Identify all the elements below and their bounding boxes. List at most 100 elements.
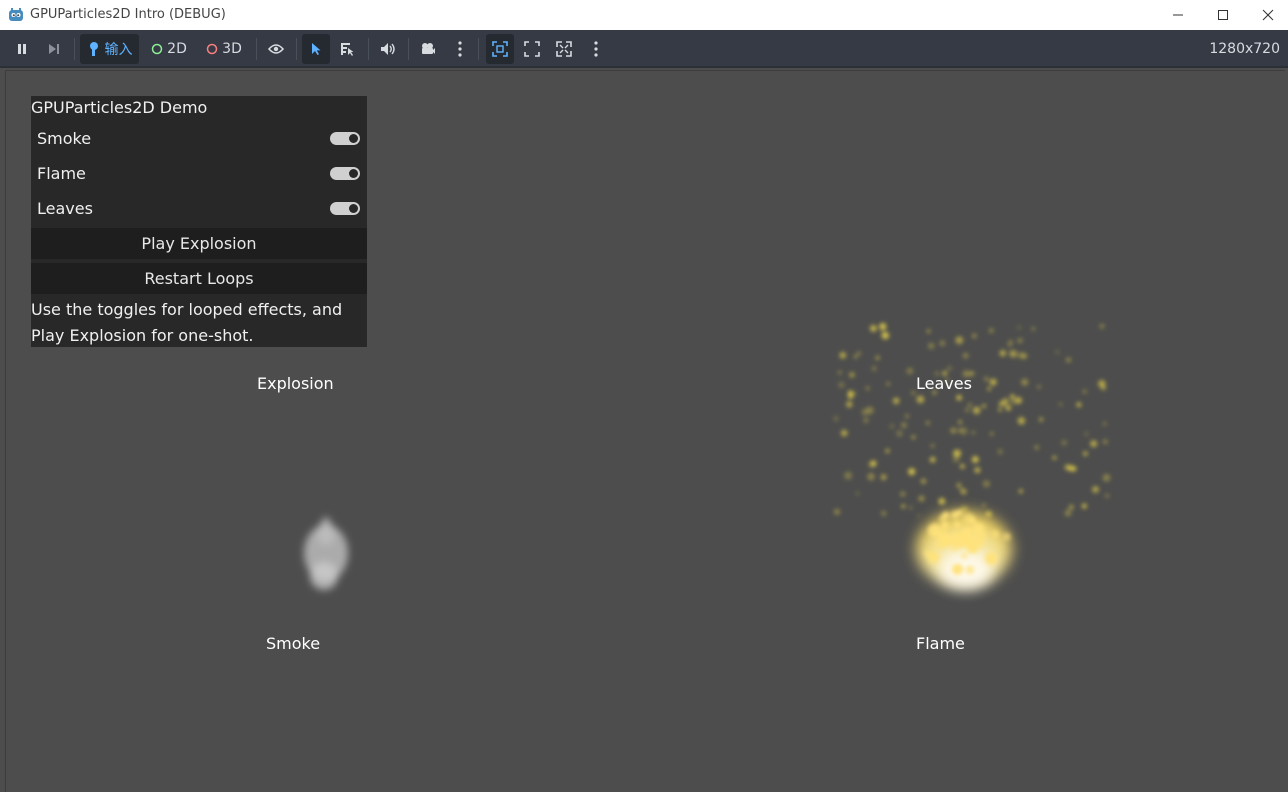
leaf-particle (854, 355, 858, 359)
leaf-particle (861, 408, 869, 416)
flame-toggle-switch[interactable] (330, 167, 360, 180)
flame-particle (968, 536, 976, 544)
leaf-particle (982, 503, 986, 507)
eye-icon (268, 44, 284, 54)
leaf-particle (971, 456, 979, 463)
leaf-particle (958, 420, 962, 424)
leaf-particle (916, 395, 925, 404)
vertical-dots-icon (458, 41, 462, 57)
leaf-particle (900, 491, 906, 497)
leaf-particle (946, 365, 952, 371)
leaf-particle (1084, 432, 1089, 436)
flame-particle (973, 529, 987, 542)
leaf-particle (1039, 417, 1044, 422)
leaf-particle (939, 340, 946, 347)
close-button[interactable] (1245, 0, 1288, 30)
pause-button[interactable] (10, 34, 34, 64)
leaf-particle (881, 510, 887, 516)
leaf-particle (952, 455, 960, 463)
leaf-particle (1098, 380, 1106, 388)
leaf-particle (1017, 352, 1024, 359)
input-person-icon (89, 42, 98, 56)
select-tool-button[interactable] (302, 34, 330, 64)
toolbar-separator (256, 38, 257, 60)
embed-game-button[interactable] (486, 34, 514, 64)
leaf-particle (908, 468, 916, 476)
list-select-button[interactable] (336, 34, 360, 64)
leaf-particle (838, 381, 845, 388)
mode-3d-button[interactable]: 3D (201, 34, 247, 64)
leaf-particle (840, 429, 848, 437)
leaf-particle (833, 508, 841, 515)
leaf-particle (885, 448, 890, 453)
visibility-button[interactable] (264, 34, 288, 64)
leaf-particle (865, 386, 870, 391)
flame-particle (962, 512, 975, 525)
flame-toggle-label: Flame (37, 164, 86, 183)
toolbar-separator (408, 38, 409, 60)
leaf-particle (990, 432, 994, 436)
leaf-particle (1103, 439, 1108, 445)
leaf-particle (959, 487, 965, 493)
play-explosion-button[interactable]: Play Explosion (31, 228, 367, 259)
mode-2d-button[interactable]: 2D (146, 34, 192, 64)
leaf-particle (911, 435, 916, 440)
leaf-particle (863, 417, 869, 423)
leaf-particle (1064, 509, 1072, 517)
restart-loops-button[interactable]: Restart Loops (31, 263, 367, 294)
smoke-toggle-row[interactable]: Smoke (31, 121, 367, 156)
game-viewport[interactable]: GPUParticles2D Demo Smoke Flame Leaves P… (5, 70, 1285, 792)
leaves-toggle-switch[interactable] (330, 202, 360, 215)
flame-particle (966, 542, 978, 554)
leaf-particle (918, 495, 925, 502)
leaf-particle (1052, 455, 1057, 460)
leaf-particle (1005, 405, 1011, 411)
flame-particle (941, 521, 949, 530)
leaf-particle (956, 482, 962, 488)
leaf-particle (1009, 397, 1018, 405)
maximize-button[interactable] (1200, 0, 1246, 30)
minimize-button[interactable] (1155, 0, 1201, 30)
leaf-particle (906, 367, 914, 375)
flame-particle (942, 511, 950, 519)
leaf-particle (886, 382, 890, 386)
leaf-particle (938, 497, 946, 505)
leaf-particle (896, 430, 903, 437)
leaves-toggle-row[interactable]: Leaves (31, 191, 367, 226)
speaker-icon (381, 43, 395, 55)
leaf-particle (839, 352, 847, 359)
leaf-particle (1066, 464, 1074, 472)
pause-icon (18, 44, 26, 54)
leaf-particle (972, 406, 981, 415)
leaf-particle (1082, 389, 1087, 394)
pointer-icon (312, 43, 321, 55)
leaf-particle (1061, 439, 1067, 446)
leaf-particle (849, 372, 855, 378)
leaf-particle (857, 351, 861, 356)
toolbar-separator (478, 38, 479, 60)
leaf-particle (928, 342, 935, 350)
leaf-particle (1017, 337, 1023, 344)
leaf-particle (998, 408, 1002, 412)
next-frame-button[interactable] (42, 34, 66, 64)
audio-button[interactable] (376, 34, 400, 64)
leaf-particle (926, 421, 930, 425)
leaves-label: Leaves (916, 374, 972, 393)
toggle-knob (349, 169, 358, 178)
smoke-toggle-switch[interactable] (330, 132, 360, 145)
input-mode-button[interactable]: 输入 (80, 34, 139, 64)
leaf-particle (1090, 440, 1098, 448)
leaf-particle (1034, 445, 1039, 450)
godot-logo-icon (9, 8, 23, 21)
embed-options-button[interactable] (584, 34, 608, 64)
flame-toggle-row[interactable]: Flame (31, 156, 367, 191)
camera-options-button[interactable] (448, 34, 472, 64)
mode-2d-label: 2D (167, 41, 187, 57)
camera-override-button[interactable] (416, 34, 440, 64)
leaf-particle (1017, 417, 1026, 425)
flame-particle (923, 549, 932, 557)
leaf-particle (1105, 493, 1110, 498)
stretch-button[interactable] (552, 34, 576, 64)
keep-aspect-button[interactable] (520, 34, 544, 64)
leaf-particle (989, 378, 997, 386)
